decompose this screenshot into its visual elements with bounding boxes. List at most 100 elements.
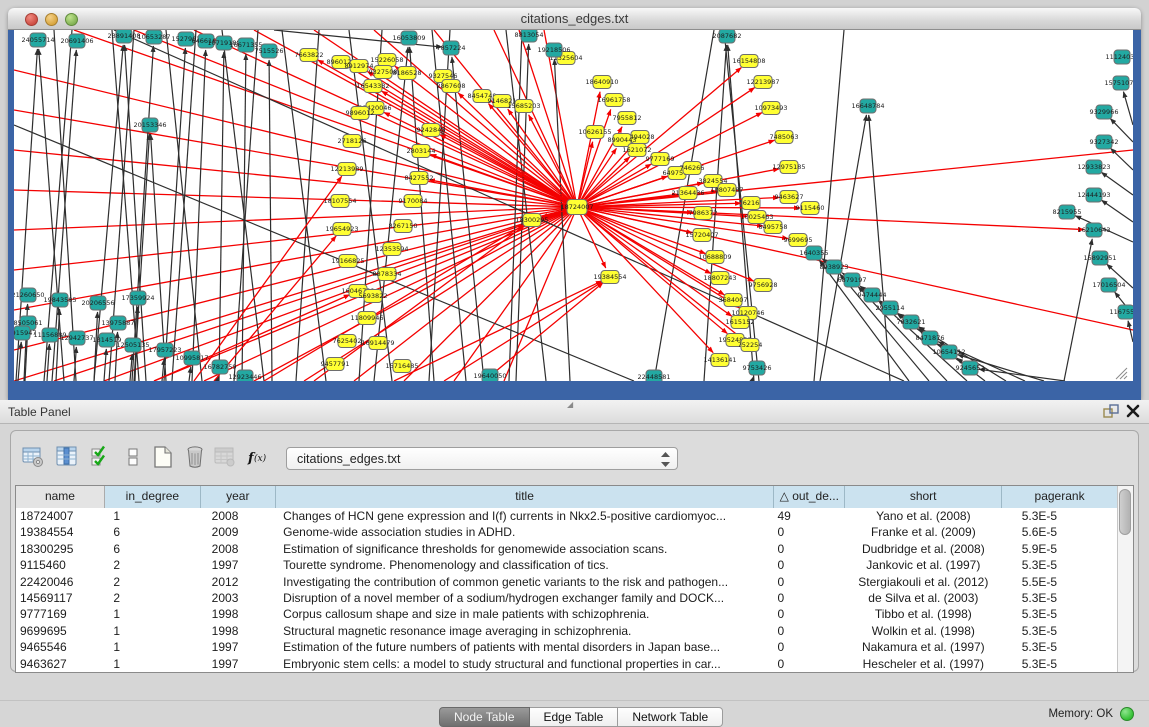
table-row[interactable]: 1872400712008Changes of HCN gene express… bbox=[16, 508, 1118, 524]
graph-node[interactable]: 9115460 bbox=[796, 202, 825, 215]
graph-node[interactable]: 16210643 bbox=[1077, 223, 1110, 237]
graph-node[interactable]: 8186528 bbox=[393, 67, 422, 80]
graph-node[interactable]: 7485063 bbox=[770, 131, 799, 144]
table-row[interactable]: 946554611997Estimation of the future num… bbox=[16, 639, 1118, 655]
graph-node[interactable]: 15226058 bbox=[370, 54, 403, 67]
close-panel-icon[interactable] bbox=[1125, 403, 1141, 419]
table-row[interactable]: 1456911722003Disruption of a novel membe… bbox=[16, 590, 1118, 606]
network-graph-svg[interactable]: 1872400797771696497568746266382455421364… bbox=[14, 30, 1133, 381]
graph-node[interactable]: 19166825 bbox=[331, 255, 364, 268]
table-row[interactable]: 946362711997Embryonic stem cells: a mode… bbox=[16, 656, 1118, 672]
graph-node[interactable]: 7663822 bbox=[295, 49, 324, 62]
graph-node[interactable]: 8267150 bbox=[389, 220, 418, 233]
graph-node[interactable]: 15892951 bbox=[1083, 251, 1116, 265]
graph-node[interactable]: 12213989 bbox=[330, 163, 363, 176]
graph-node[interactable]: 15751074 bbox=[1104, 76, 1133, 90]
graph-edge[interactable] bbox=[394, 281, 602, 381]
graph-node[interactable]: 2867608 bbox=[437, 80, 466, 93]
delete-table-button[interactable] bbox=[211, 443, 239, 471]
resize-grip-icon[interactable]: ◢ bbox=[567, 401, 579, 409]
scrollbar-thumb[interactable] bbox=[1119, 489, 1131, 535]
graph-node[interactable]: 12933823 bbox=[1077, 160, 1110, 174]
column-header-short[interactable]: short bbox=[845, 486, 1002, 508]
graph-node[interactable]: 12975185 bbox=[772, 161, 805, 174]
graph-node[interactable]: 13975887 bbox=[101, 316, 134, 330]
graph-node[interactable]: 16154808 bbox=[732, 55, 765, 68]
graph-node[interactable]: 19384554 bbox=[593, 271, 626, 284]
graph-edge[interactable] bbox=[194, 176, 342, 381]
graph-edge[interactable] bbox=[395, 66, 577, 207]
graph-edge[interactable] bbox=[577, 142, 593, 207]
graph-node[interactable]: 20206556 bbox=[81, 296, 114, 310]
graph-node[interactable]: 12213987 bbox=[746, 76, 779, 89]
column-header-year[interactable]: year bbox=[201, 486, 276, 508]
graph-node[interactable]: 11124035 bbox=[1105, 50, 1133, 64]
graph-node[interactable]: 12444193 bbox=[1077, 188, 1110, 202]
graph-node[interactable]: 22448581 bbox=[637, 370, 670, 381]
column-visibility-button[interactable] bbox=[53, 443, 81, 471]
graph-node[interactable]: 2955114 bbox=[876, 301, 905, 315]
graph-node[interactable]: 9329966 bbox=[1090, 105, 1119, 119]
graph-edge[interactable] bbox=[1128, 321, 1133, 342]
graph-node[interactable]: 10654112 bbox=[932, 345, 965, 359]
graph-node[interactable]: 7955812 bbox=[613, 112, 642, 125]
graph-node[interactable]: 10807487 bbox=[710, 184, 743, 197]
table-mode-button[interactable] bbox=[19, 443, 47, 471]
graph-node[interactable]: 16961758 bbox=[597, 94, 630, 107]
graph-node[interactable]: 9170084 bbox=[399, 195, 428, 208]
graph-edge[interactable] bbox=[14, 207, 577, 230]
graph-node[interactable]: 19654923 bbox=[325, 223, 358, 236]
graph-node[interactable]: 21260650 bbox=[14, 288, 45, 302]
table-row[interactable]: 911546021997Tourette syndrome. Phenomeno… bbox=[16, 557, 1118, 573]
graph-node[interactable]: 18107554 bbox=[323, 195, 356, 208]
graph-node[interactable]: 9756928 bbox=[749, 279, 778, 292]
table-row[interactable]: 1830029562008Estimation of significance … bbox=[16, 541, 1118, 557]
graph-edge[interactable] bbox=[189, 367, 191, 381]
graph-node[interactable]: 19640050 bbox=[473, 369, 506, 381]
graph-node[interactable]: 10653287 bbox=[137, 30, 170, 44]
graph-edge[interactable] bbox=[452, 57, 484, 381]
graph-node[interactable]: 8813054 bbox=[515, 30, 544, 42]
canvas-resize-grip[interactable] bbox=[1116, 368, 1127, 379]
column-header-pagerank[interactable]: pagerank bbox=[1002, 486, 1118, 508]
graph-node[interactable]: 5693822 bbox=[359, 290, 388, 303]
delete-column-button[interactable] bbox=[181, 443, 209, 471]
graph-node[interactable]: 14136141 bbox=[703, 354, 736, 367]
graph-node[interactable]: 11675533 bbox=[1109, 305, 1133, 319]
graph-edge[interactable] bbox=[219, 52, 224, 381]
graph-node[interactable]: 10688809 bbox=[698, 251, 731, 264]
column-header-out_de[interactable]: △ out_de... bbox=[774, 486, 845, 508]
select-all-button[interactable] bbox=[87, 443, 115, 471]
new-column-button[interactable] bbox=[149, 443, 177, 471]
graph-node[interactable]: 752254 bbox=[738, 339, 763, 352]
table-row[interactable]: 977716911998Corpus callosum shape and si… bbox=[16, 606, 1118, 622]
clear-selection-button[interactable] bbox=[119, 443, 147, 471]
graph-node[interactable]: 10973493 bbox=[754, 102, 787, 115]
table-selector-dropdown[interactable]: citations_edges.txt bbox=[286, 447, 678, 470]
graph-node[interactable]: 3684007 bbox=[719, 294, 748, 307]
graph-node[interactable]: 2087682 bbox=[713, 30, 742, 43]
graph-node[interactable]: 7857224 bbox=[437, 41, 466, 55]
graph-node[interactable]: 11809946 bbox=[350, 312, 383, 325]
column-header-name[interactable]: name bbox=[16, 486, 105, 508]
graph-node[interactable]: 7625402 bbox=[333, 335, 362, 348]
column-header-in_degree[interactable]: in_degree bbox=[105, 486, 201, 508]
graph-edge[interactable] bbox=[1101, 200, 1133, 222]
graph-node[interactable]: 16543382 bbox=[356, 80, 389, 93]
graph-node[interactable]: 2718126 bbox=[338, 135, 367, 148]
graph-edge[interactable] bbox=[94, 45, 123, 381]
graph-node[interactable]: 16914479 bbox=[361, 337, 394, 350]
graph-node[interactable]: 6216 bbox=[742, 197, 760, 210]
graph-node[interactable]: 12353594 bbox=[375, 243, 408, 256]
table-row[interactable]: 1938455462009Genome-wide association stu… bbox=[16, 524, 1118, 540]
graph-edge[interactable] bbox=[47, 344, 49, 381]
column-header-title[interactable]: title bbox=[276, 486, 775, 508]
graph-node[interactable]: 9327342 bbox=[1090, 135, 1119, 149]
graph-node[interactable]: 15685203 bbox=[507, 100, 540, 113]
graph-node[interactable]: 20153346 bbox=[133, 118, 166, 132]
graph-node[interactable]: 6879197 bbox=[838, 273, 867, 287]
graph-edge[interactable] bbox=[820, 115, 866, 381]
graph-edge[interactable] bbox=[577, 207, 800, 208]
graph-node[interactable]: 12923446 bbox=[228, 370, 261, 381]
network-canvas[interactable]: 1872400797771696497568746266382455421364… bbox=[14, 30, 1133, 381]
